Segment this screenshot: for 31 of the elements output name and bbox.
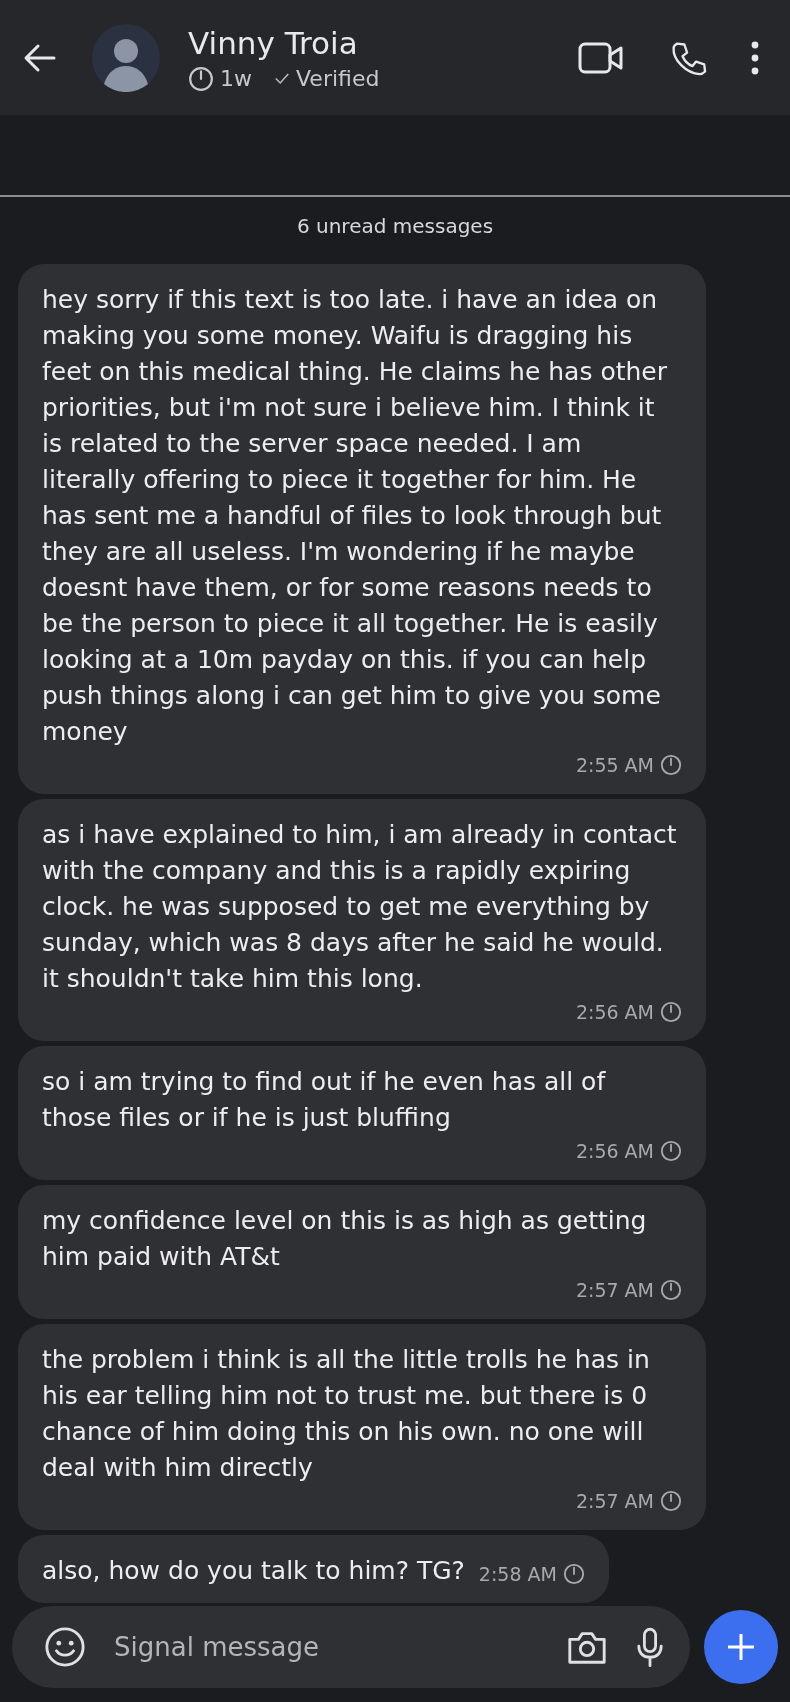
timer-icon <box>660 754 682 776</box>
timer-icon <box>660 1140 682 1162</box>
message-time: 2:58 AM <box>478 1563 557 1585</box>
more-icon[interactable] <box>750 39 760 76</box>
message-text: my confidence level on this is as high as getting him paid with AT&t <box>42 1205 648 1273</box>
plus-icon <box>726 1632 756 1662</box>
composer-bar[interactable]: Signal message <box>12 1606 690 1688</box>
message-time: 2:57 AM <box>575 1279 654 1301</box>
message-time: 2:55 AM <box>575 754 654 776</box>
timer-icon <box>188 65 214 92</box>
message-time: 2:56 AM <box>575 1001 654 1023</box>
check-icon <box>274 72 290 85</box>
message-text: also, how do you talk to him? TG? <box>42 1555 465 1587</box>
message-time: 2:57 AM <box>575 1490 654 1512</box>
timer-icon <box>562 1563 585 1585</box>
timer-icon <box>660 1001 682 1023</box>
microphone-icon[interactable] <box>636 1626 664 1668</box>
message-text: hey sorry if this text is too late. i have an idea on making you some money. Waifu is dragging his feet on this medical thing. He claims he has other priorities, but i'm not sure i believe him. I think it is related to the server space needed. I am literally offering to piece it together for him. He has sent me a handful of files to look through but they are all useless. I'm wondering if he maybe doesnt have them, or for some reasons needs to be the person to piece it all together. He is easily looking at a 10m payday on this. if you can help push things along i can get him to give you some money <box>42 284 668 748</box>
message-time: 2:56 AM <box>575 1140 654 1162</box>
unread-label: 6 unread messages <box>296 214 494 238</box>
message-text: the problem i think is all the little trolls he has in his ear telling him not to trust me. but there is 0 chance of him doing this on his own. no one will deal with him directly <box>42 1344 651 1484</box>
timer-icon <box>660 1279 682 1301</box>
timer-icon <box>660 1490 682 1512</box>
emoji-icon[interactable] <box>44 1626 86 1668</box>
message-text: as i have explained to him, i am already in contact with the company and this is a rapidly expiring clock. he was supposed to get me everything by sunday, which was 8 days after he said he would. it shouldn't take him this long. <box>42 819 678 995</box>
avatar[interactable] <box>92 23 160 92</box>
disappearing-timer: 1w <box>220 66 252 91</box>
contact-name: Vinny Troia <box>188 23 359 62</box>
message-text: so i am trying to find out if he even has all of those files or if he is just bluffing <box>42 1066 607 1134</box>
message-field[interactable]: Signal message <box>112 1631 566 1663</box>
verified-label: Verified <box>296 66 380 91</box>
